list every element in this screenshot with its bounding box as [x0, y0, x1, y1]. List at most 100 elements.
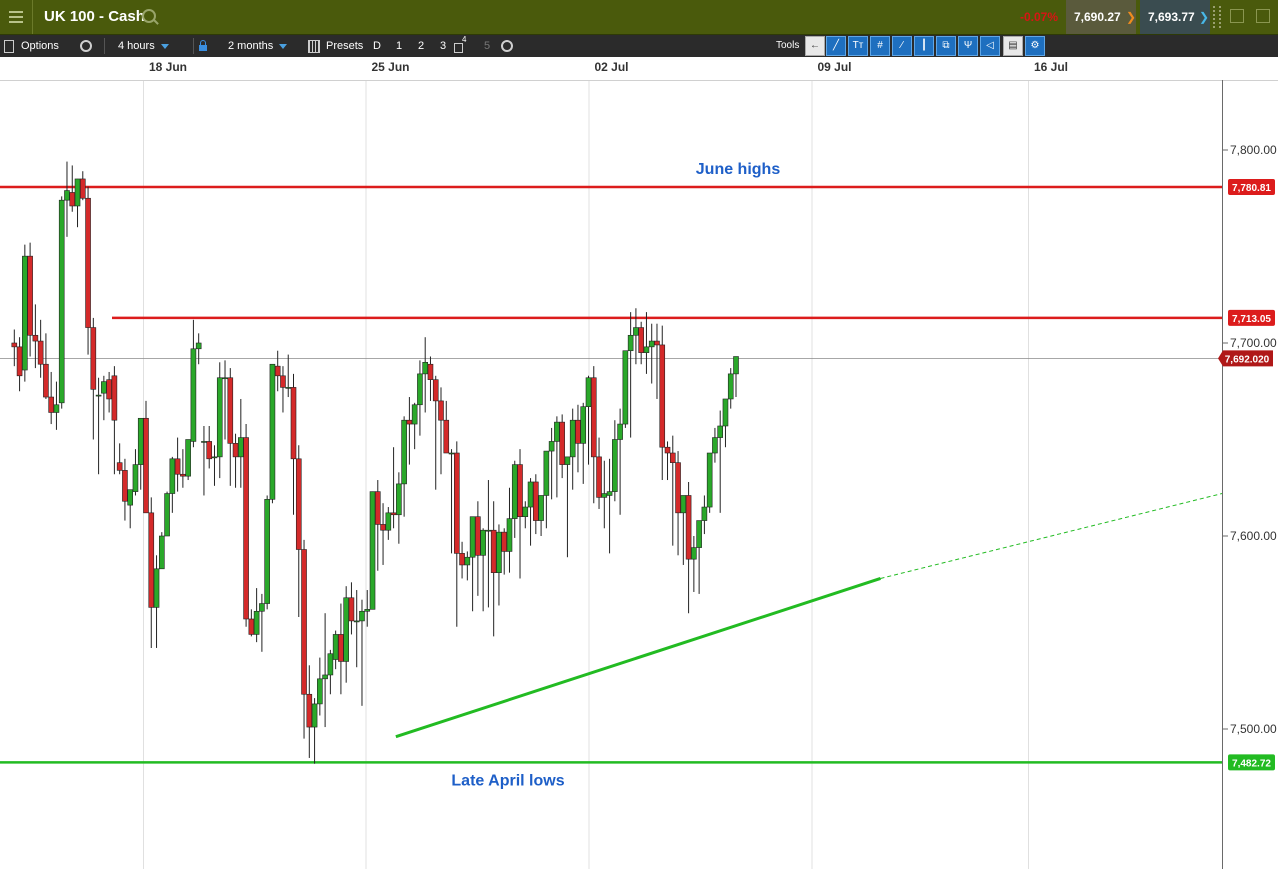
candle-body	[222, 377, 228, 380]
menu-icon[interactable]	[0, 0, 33, 34]
sheet-icon[interactable]	[4, 35, 14, 57]
candle-body	[627, 334, 634, 352]
channel-icon[interactable]: #	[870, 36, 890, 56]
layers-icon[interactable]: ⧉	[936, 36, 956, 56]
candle-body	[338, 634, 344, 662]
candle-body	[259, 603, 265, 612]
candle-body	[269, 363, 276, 500]
fibonacci-icon[interactable]: ∕	[892, 36, 912, 56]
popout-icon[interactable]	[1230, 9, 1244, 23]
candle	[369, 491, 376, 610]
options-gear-icon[interactable]	[80, 40, 92, 52]
candle-body	[496, 531, 502, 573]
level-price-tag: 7,482.72	[1228, 754, 1275, 771]
candle-body	[717, 425, 723, 438]
candle-body	[664, 446, 671, 454]
range-select[interactable]: 2 months	[228, 35, 288, 57]
candle-body	[232, 443, 239, 458]
search-icon[interactable]	[142, 9, 156, 23]
candle-body	[227, 377, 234, 444]
instrument-title: UK 100 - Cash	[44, 8, 145, 25]
preset-d[interactable]: D	[370, 35, 384, 57]
candle-body	[243, 437, 249, 620]
candle-body	[390, 512, 397, 516]
candle-body	[669, 452, 676, 463]
level-annotation: Late April lows	[451, 772, 564, 789]
candle-body	[633, 327, 639, 336]
candle-body	[153, 568, 160, 608]
candle	[269, 363, 276, 504]
text-tool-icon[interactable]: Tт	[848, 36, 868, 56]
x-tick-label: 16 Jul	[1034, 60, 1068, 74]
candle-body	[432, 379, 439, 402]
shape-icon[interactable]: ◁	[980, 36, 1000, 56]
preset-1[interactable]: 1	[392, 35, 406, 57]
price-tag-label: 7,482.72	[1232, 758, 1271, 769]
candle-body	[427, 363, 434, 380]
back-arrow-icon[interactable]: ←	[805, 36, 825, 56]
drag-handle-icon[interactable]	[1213, 6, 1221, 28]
candle-body	[317, 678, 323, 705]
candle-body	[527, 481, 534, 508]
candle-icon[interactable]: ┃	[914, 36, 934, 56]
candle-body	[522, 506, 529, 517]
candle-body	[406, 419, 413, 425]
candle-body	[43, 363, 49, 398]
lock-icon[interactable]	[199, 35, 209, 57]
options-menu[interactable]: Options	[21, 35, 59, 57]
candle-body	[590, 377, 597, 458]
candle-body	[195, 342, 202, 350]
candle-body	[353, 620, 360, 623]
candle-body	[206, 441, 213, 460]
candle-body	[585, 377, 592, 407]
candle	[164, 491, 170, 537]
preset-5[interactable]: 5	[480, 35, 494, 57]
candle-body	[369, 491, 376, 610]
sell-arrow-icon: ❯	[1126, 10, 1137, 24]
candle-body	[575, 419, 581, 444]
candle-body	[106, 379, 112, 400]
y-tick-label: 7,500.00	[1230, 722, 1277, 736]
candle-body	[533, 481, 539, 521]
candle-body	[79, 178, 86, 199]
x-tick-label: 25 Jun	[372, 60, 410, 74]
candle-body	[722, 398, 729, 427]
y-tick-label: 7,700.00	[1230, 336, 1277, 350]
candle-body	[101, 381, 107, 394]
curve-line-icon[interactable]: ╱	[826, 36, 846, 56]
preset-4[interactable]: 4	[454, 35, 468, 57]
candle-body	[327, 653, 334, 676]
candle-body	[90, 327, 97, 390]
candle-body	[190, 348, 197, 442]
candle-body	[712, 437, 718, 454]
candle	[159, 532, 165, 570]
candle-body	[274, 365, 281, 377]
candle-body	[74, 178, 81, 207]
candle-body	[348, 597, 355, 622]
price-chart[interactable]: 18 Jun 25 Jun 02 Jul 09 Jul 16 Jul 7,800.00 7…	[0, 57, 1278, 869]
candle-body	[612, 439, 618, 492]
preset-2[interactable]: 2	[414, 35, 428, 57]
chart-toolbar: Options 4 hours 2 months Presets D 1 2 3…	[0, 35, 1278, 57]
candle-body	[285, 387, 292, 389]
pitchfork-icon[interactable]: Ψ	[958, 36, 978, 56]
price-change: -0.07%	[1019, 10, 1058, 24]
candle-body	[454, 452, 460, 554]
preset-3[interactable]: 3	[436, 35, 450, 57]
candle-body	[22, 255, 28, 371]
settings-tool-icon[interactable]: ⚙	[1025, 36, 1045, 56]
buy-arrow-icon: ❯	[1199, 10, 1210, 24]
candle-body	[696, 520, 702, 548]
maximize-icon[interactable]	[1256, 9, 1270, 23]
level-price-tag: 7,780.81	[1228, 179, 1275, 196]
print-icon[interactable]: ▤	[1003, 36, 1023, 56]
candle-body	[290, 387, 297, 460]
candle-body	[469, 516, 476, 558]
candle-body	[554, 421, 560, 442]
calendar-icon[interactable]	[308, 35, 320, 57]
timeframe-select[interactable]: 4 hours	[118, 35, 169, 57]
candle-body	[180, 473, 186, 477]
candle	[243, 424, 249, 627]
presets-gear-icon[interactable]	[501, 40, 513, 52]
candle-body	[322, 674, 328, 680]
